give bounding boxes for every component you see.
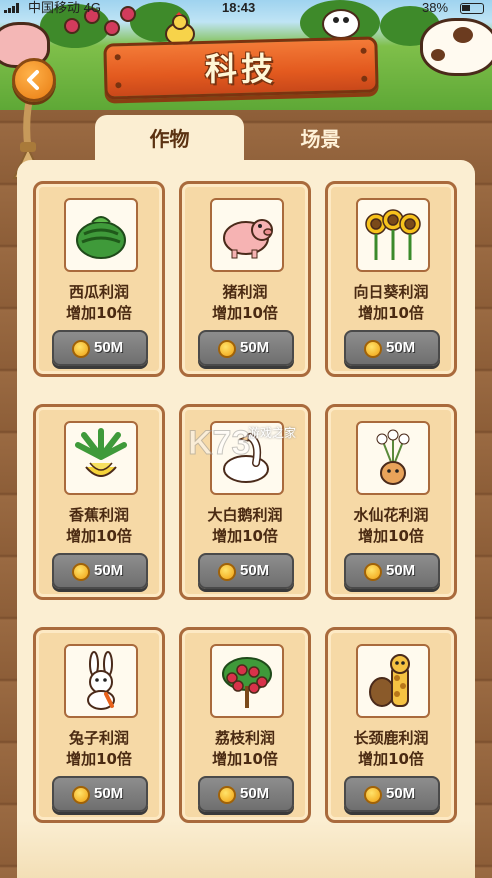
tech-card-giraffe: 长颈鹿利润 增加10倍 50M — [325, 627, 457, 823]
back-button[interactable] — [12, 58, 56, 102]
cost-label: 50M — [240, 339, 270, 356]
upgrade-button[interactable]: 50M — [198, 553, 294, 589]
upgrade-button[interactable]: 50M — [198, 776, 294, 812]
svg-text:K73: K73 — [188, 424, 250, 462]
upgrade-button[interactable]: 50M — [344, 553, 440, 589]
battery-percentage: 38% — [422, 0, 449, 15]
panel-footer — [17, 820, 475, 878]
cost-label: 50M — [240, 562, 270, 579]
upgrade-button[interactable]: 50M — [52, 553, 148, 589]
tab-scenes[interactable]: 场景 — [246, 115, 395, 165]
cost-label: 50M — [386, 562, 416, 579]
card-name: 长颈鹿利润 — [353, 729, 429, 747]
tech-card-lychee: 荔枝利润 增加10倍 50M — [179, 627, 311, 823]
coin-icon — [72, 340, 90, 358]
cost-label: 50M — [94, 785, 124, 802]
card-name: 西瓜利润 — [68, 283, 129, 301]
card-name: 向日葵利润 — [353, 283, 429, 301]
card-effect: 增加10倍 — [358, 304, 424, 322]
coin-icon — [72, 786, 90, 804]
sunflower-icon — [365, 209, 421, 260]
tech-card-watermelon: 西瓜利润 增加10倍 50M — [33, 181, 165, 377]
card-name: 兔子利润 — [68, 729, 129, 747]
upgrade-button[interactable]: 50M — [344, 776, 440, 812]
tab-crops[interactable]: 作物 — [95, 115, 244, 165]
tech-card-narcissus: 水仙花利润 增加10倍 50M — [325, 404, 457, 600]
upgrade-button[interactable]: 50M — [52, 330, 148, 366]
card-effect: 增加10倍 — [212, 304, 278, 322]
back-arrow-icon — [27, 70, 39, 90]
cost-label: 50M — [240, 785, 270, 802]
pig-icon — [223, 219, 273, 259]
cost-label: 50M — [94, 339, 124, 356]
upgrade-button[interactable]: 50M — [52, 776, 148, 812]
tech-card-rabbit: 兔子利润 增加10倍 50M — [33, 627, 165, 823]
carrier-label: 中国移动 4G — [28, 0, 101, 15]
banana-icon — [75, 428, 127, 477]
rabbit-icon — [87, 651, 115, 710]
card-effect: 增加10倍 — [66, 527, 132, 545]
card-name: 水仙花利润 — [353, 506, 429, 524]
coin-icon — [364, 340, 382, 358]
upgrade-button[interactable]: 50M — [198, 330, 294, 366]
tech-card-banana: 香蕉利润 增加10倍 50M — [33, 404, 165, 600]
coin-icon — [364, 563, 382, 581]
tech-card-pig: 猪利润 增加10倍 50M — [179, 181, 311, 377]
card-effect: 增加10倍 — [358, 750, 424, 768]
card-effect: 增加10倍 — [358, 527, 424, 545]
coin-icon — [218, 340, 236, 358]
cost-label: 50M — [386, 785, 416, 802]
coin-icon — [218, 563, 236, 581]
upgrade-button[interactable]: 50M — [344, 330, 440, 366]
card-effect: 增加10倍 — [66, 304, 132, 322]
cow-decoration — [420, 18, 492, 76]
page-title: 科技 — [204, 50, 277, 88]
card-effect: 增加10倍 — [66, 750, 132, 768]
clock: 18:43 — [222, 0, 256, 15]
cost-label: 50M — [386, 339, 416, 356]
card-effect: 增加10倍 — [212, 527, 278, 545]
coin-icon — [218, 786, 236, 804]
signal-icon — [4, 3, 22, 13]
tech-card-sunflower: 向日葵利润 增加10倍 50M — [325, 181, 457, 377]
watermark-text: 游戏之家 — [248, 426, 297, 440]
watermelon-icon — [76, 216, 126, 259]
battery-icon — [460, 3, 484, 14]
card-name: 荔枝利润 — [214, 729, 275, 747]
narcissus-icon — [376, 429, 410, 485]
coin-icon — [364, 786, 382, 804]
coin-icon — [72, 563, 90, 581]
card-effect: 增加10倍 — [212, 750, 278, 768]
card-name: 香蕉利润 — [68, 506, 129, 524]
card-name: 猪利润 — [222, 283, 268, 301]
giraffe-icon — [369, 654, 410, 707]
lychee-icon — [222, 657, 272, 708]
status-bar: 中国移动 4G 18:43 38% — [0, 0, 492, 16]
card-name: 大白鹅利润 — [207, 506, 283, 524]
cost-label: 50M — [94, 562, 124, 579]
